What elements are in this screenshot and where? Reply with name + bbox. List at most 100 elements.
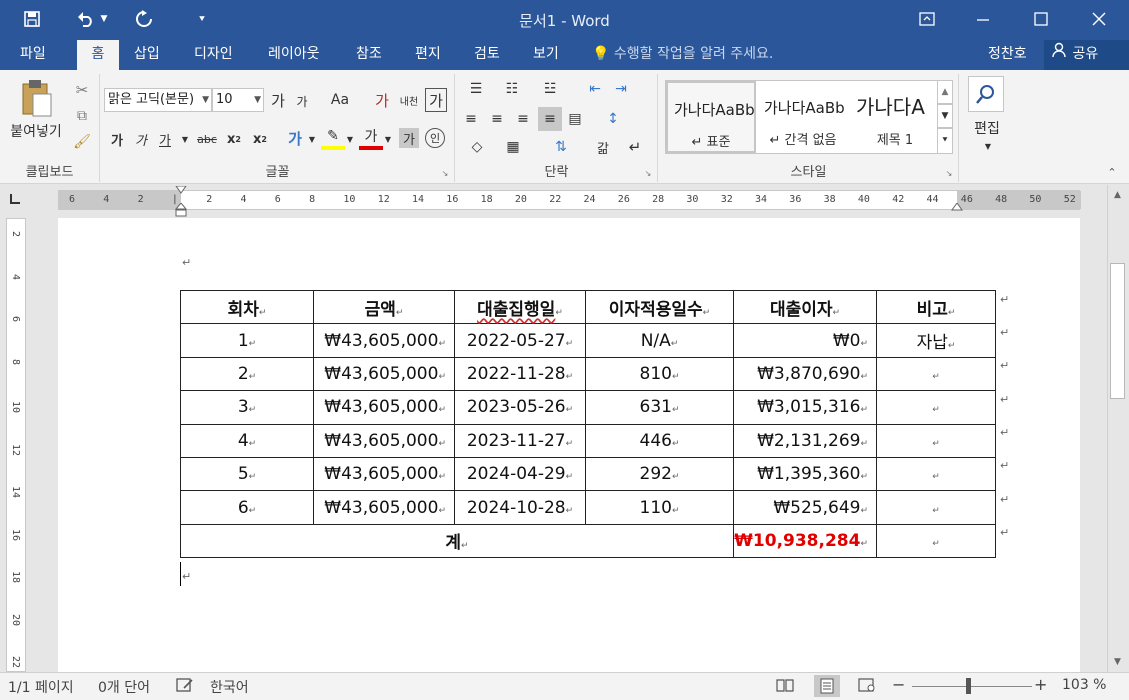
numbering-icon[interactable]: ☷ bbox=[498, 78, 526, 100]
justify-icon[interactable]: ≡ bbox=[538, 107, 562, 131]
font-color-icon[interactable]: 가 bbox=[359, 126, 383, 150]
cell-loan-interest[interactable]: ₩525,649↵ bbox=[733, 490, 877, 525]
character-border-icon[interactable]: 가 bbox=[425, 88, 447, 112]
cell-loan-date[interactable]: 2022-05-27↵ bbox=[454, 323, 586, 358]
right-indent-marker[interactable] bbox=[951, 202, 963, 211]
font-name-combo[interactable]: 맑은 고딕(본문) ▼ bbox=[104, 88, 212, 112]
change-case-icon[interactable]: Aa bbox=[325, 89, 355, 111]
cell-note[interactable]: 자납↵ bbox=[876, 323, 996, 358]
loan-table[interactable]: 회차↵ 금액↵ 대출집행일↵ 이자적용일수↵ 대출이자↵ 비고↵ 1↵ ₩43,… bbox=[180, 289, 996, 559]
bullets-icon[interactable]: ☰ bbox=[462, 78, 490, 100]
word-count[interactable]: 0개 단어 bbox=[98, 677, 150, 697]
styles-scroll-down-icon[interactable]: ▼ bbox=[937, 104, 953, 128]
cell-round[interactable]: 5↵ bbox=[180, 456, 314, 492]
tab-view[interactable]: 보기 bbox=[527, 40, 565, 70]
header-loan-date[interactable]: 대출집행일↵ bbox=[454, 289, 586, 325]
zoom-slider-thumb[interactable] bbox=[966, 678, 971, 694]
cell-interest-days[interactable]: 446↵ bbox=[585, 423, 734, 458]
align-left-icon[interactable]: ≡ bbox=[460, 108, 482, 130]
dialog-launcher-icon[interactable]: ↘ bbox=[643, 168, 653, 178]
format-painter-icon[interactable]: 🖌 bbox=[72, 132, 92, 152]
user-name[interactable]: 정찬호 bbox=[988, 40, 1027, 70]
vertical-scrollbar[interactable]: ▲ ▼ bbox=[1107, 185, 1127, 672]
chevron-down-icon[interactable]: ▼ bbox=[307, 128, 317, 150]
cell-loan-interest[interactable]: ₩3,015,316↵ bbox=[733, 390, 877, 425]
paste-icon[interactable] bbox=[16, 78, 56, 118]
tab-selector[interactable] bbox=[0, 185, 30, 215]
header-note[interactable]: 비고↵ bbox=[876, 289, 996, 325]
phonetic-guide-icon[interactable]: 내천 bbox=[397, 89, 421, 111]
ribbon-display-options-icon[interactable] bbox=[904, 4, 950, 34]
dialog-launcher-icon[interactable]: ↘ bbox=[944, 168, 954, 178]
zoom-in-icon[interactable]: + bbox=[1034, 675, 1047, 694]
cell-round[interactable]: 6↵ bbox=[180, 490, 314, 525]
web-layout-icon[interactable] bbox=[858, 677, 878, 697]
first-line-indent-marker[interactable] bbox=[175, 185, 187, 194]
styles-scroll-up-icon[interactable]: ▲ bbox=[937, 80, 953, 104]
zoom-slider[interactable] bbox=[912, 686, 1032, 687]
page-count[interactable]: 1/1 페이지 bbox=[8, 677, 74, 697]
cell-round[interactable]: 4↵ bbox=[180, 423, 314, 458]
sort-icon[interactable]: ⇅ bbox=[546, 136, 576, 158]
cell-amount[interactable]: ₩43,605,000↵ bbox=[313, 356, 455, 392]
clear-formatting-icon[interactable]: 가 bbox=[371, 89, 393, 111]
asian-layout-icon[interactable]: 갊 bbox=[592, 136, 614, 158]
tab-home[interactable]: 홈 bbox=[77, 40, 119, 70]
zoom-out-icon[interactable]: − bbox=[892, 675, 905, 694]
dialog-launcher-icon[interactable]: ↘ bbox=[440, 168, 450, 178]
tab-file[interactable]: 파일 bbox=[14, 40, 52, 70]
cell-loan-interest[interactable]: ₩0↵ bbox=[733, 323, 877, 358]
cell-note[interactable]: ↵ bbox=[876, 390, 996, 425]
cell-loan-date[interactable]: 2022-11-28↵ bbox=[454, 356, 586, 392]
chevron-down-icon[interactable]: ▼ bbox=[383, 128, 393, 150]
total-label-cell[interactable]: 계↵ bbox=[180, 523, 734, 559]
zoom-level[interactable]: 103 % bbox=[1062, 677, 1106, 693]
header-amount[interactable]: 금액↵ bbox=[313, 289, 455, 325]
cell-amount[interactable]: ₩43,605,000↵ bbox=[313, 456, 455, 492]
cell-round[interactable]: 1↵ bbox=[180, 323, 314, 358]
cell-loan-interest[interactable]: ₩1,395,360↵ bbox=[733, 456, 877, 492]
cell-interest-days[interactable]: 631↵ bbox=[585, 390, 734, 425]
align-center-icon[interactable]: ≡ bbox=[486, 108, 508, 130]
cell-loan-date[interactable]: 2024-04-29↵ bbox=[454, 456, 586, 492]
header-interest-days[interactable]: 이자적용일수↵ bbox=[585, 289, 734, 325]
header-loan-interest[interactable]: 대출이자↵ bbox=[733, 289, 877, 325]
horizontal-ruler[interactable]: 6 4 2 | 2 4 6 8 10 12 14 16 18 20 22 24 26 28 30 32 34 36 38 40… bbox=[58, 185, 1081, 217]
style-heading-1[interactable]: 가나다A 제목 1 bbox=[850, 81, 940, 153]
scroll-thumb[interactable] bbox=[1110, 263, 1125, 399]
cell-amount[interactable]: ₩43,605,000↵ bbox=[313, 423, 455, 458]
align-right-icon[interactable]: ≡ bbox=[512, 108, 534, 130]
text-effects-icon[interactable]: 가 bbox=[283, 126, 307, 150]
underline-icon[interactable]: 가 bbox=[155, 128, 175, 150]
tab-design[interactable]: 디자인 bbox=[188, 40, 239, 70]
hanging-indent-marker[interactable] bbox=[174, 202, 188, 217]
style-no-spacing[interactable]: 가나다AaBb ↵ 간격 없음 bbox=[758, 81, 848, 153]
chevron-down-icon[interactable]: ▼ bbox=[982, 140, 994, 152]
cell-loan-interest[interactable]: ₩2,131,269↵ bbox=[733, 423, 877, 458]
tell-me-box[interactable]: 💡 수행할 작업을 알려 주세요. bbox=[592, 40, 773, 70]
paste-button[interactable]: 붙여넣기 bbox=[4, 122, 68, 140]
cell-interest-days[interactable]: 810↵ bbox=[585, 356, 734, 392]
cell-amount[interactable]: ₩43,605,000↵ bbox=[313, 323, 455, 358]
tab-layout[interactable]: 레이아웃 bbox=[262, 40, 326, 70]
subscript-icon[interactable]: x2 bbox=[223, 128, 245, 150]
enclose-characters-icon[interactable]: 인 bbox=[425, 128, 445, 148]
distributed-icon[interactable]: ▤ bbox=[564, 108, 586, 130]
increase-indent-icon[interactable]: ⇥ bbox=[610, 78, 632, 100]
cell-loan-date[interactable]: 2023-05-26↵ bbox=[454, 390, 586, 425]
font-size-combo[interactable]: 10 ▼ bbox=[212, 88, 264, 112]
cell-interest-days[interactable]: N/A↵ bbox=[585, 323, 734, 358]
superscript-icon[interactable]: x2 bbox=[249, 128, 271, 150]
tab-review[interactable]: 검토 bbox=[468, 40, 506, 70]
borders-icon[interactable]: ▦ bbox=[498, 136, 528, 158]
shading-icon[interactable]: ◇ bbox=[462, 136, 492, 158]
grow-font-icon[interactable]: 가 bbox=[267, 89, 289, 111]
multilevel-list-icon[interactable]: ☳ bbox=[536, 78, 564, 100]
close-icon[interactable] bbox=[1076, 4, 1122, 34]
cell-amount[interactable]: ₩43,605,000↵ bbox=[313, 490, 455, 525]
language[interactable]: 한국어 bbox=[210, 677, 249, 697]
bold-icon[interactable]: 가 bbox=[107, 128, 127, 150]
cell-round[interactable]: 3↵ bbox=[180, 390, 314, 425]
share-button[interactable]: 공유 bbox=[1044, 40, 1129, 70]
maximize-icon[interactable] bbox=[1018, 4, 1064, 34]
